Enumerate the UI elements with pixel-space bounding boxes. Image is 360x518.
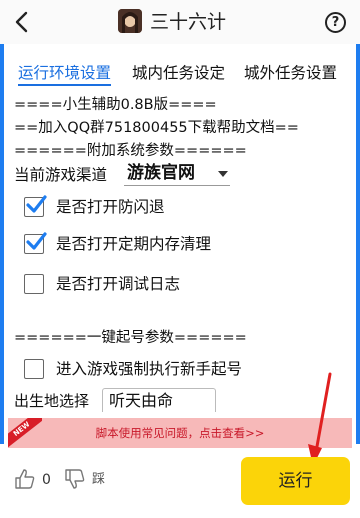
dislike-label: 踩: [92, 472, 106, 487]
birthplace-select[interactable]: 听天由命: [102, 388, 216, 412]
thumbs-up-icon[interactable]: [14, 468, 36, 490]
chevron-down-icon: [218, 171, 228, 177]
header-bar: 三十六计 ?: [0, 0, 360, 44]
tab-out-city-tasks[interactable]: 城外任务设置: [244, 62, 337, 84]
qq-group-line: ==加入QQ群751800455下载帮助文档==: [14, 120, 299, 136]
faq-notice-text: 脚本使用常见问题，点击查看>>: [95, 426, 265, 440]
option-label: 是否打开调试日志: [56, 275, 181, 293]
tab-in-city-tasks[interactable]: 城内任务设定: [132, 62, 225, 84]
birthplace-label: 出生地选择: [14, 392, 90, 410]
run-button[interactable]: 运行: [241, 457, 350, 505]
tab-run-environment[interactable]: 运行环境设置: [18, 62, 112, 86]
settings-panel: 运行环境设置 城内任务设定 城外任务设置 ====小生辅助0.8B版==== =…: [0, 44, 360, 444]
channel-select[interactable]: 游族官网: [124, 162, 230, 186]
system-params-heading: ======附加系统参数======: [14, 143, 247, 159]
channel-value: 游族官网: [127, 163, 195, 183]
like-count: 0: [42, 472, 51, 488]
quick-start-params-heading: ======一键起号参数======: [14, 330, 247, 346]
checkbox-memory-clean[interactable]: [24, 232, 47, 254]
back-arrow-icon[interactable]: [12, 10, 34, 34]
check-icon: [26, 232, 47, 250]
option-label: 是否打开防闪退: [56, 198, 165, 216]
page-title: 三十六计: [150, 11, 227, 33]
checkbox-anti-crash[interactable]: [24, 195, 47, 217]
checkbox-force-newbie[interactable]: [24, 359, 44, 379]
channel-label: 当前游戏渠道: [14, 166, 108, 184]
check-icon: [26, 195, 47, 213]
version-line: ====小生辅助0.8B版====: [14, 97, 217, 113]
app-avatar-icon: [118, 9, 142, 33]
option-label: 是否打开定期内存清理: [56, 235, 212, 253]
birthplace-value: 听天由命: [109, 391, 174, 410]
tab-bar: 运行环境设置 城内任务设定 城外任务设置: [4, 62, 356, 88]
option-label: 进入游戏强制执行新手起号: [56, 360, 243, 378]
checkbox-debug-log[interactable]: [24, 274, 44, 294]
help-icon[interactable]: ?: [325, 12, 346, 33]
thumbs-down-icon[interactable]: [64, 468, 86, 490]
faq-notice-banner[interactable]: NEW 脚本使用常见问题，点击查看>>: [8, 418, 352, 448]
